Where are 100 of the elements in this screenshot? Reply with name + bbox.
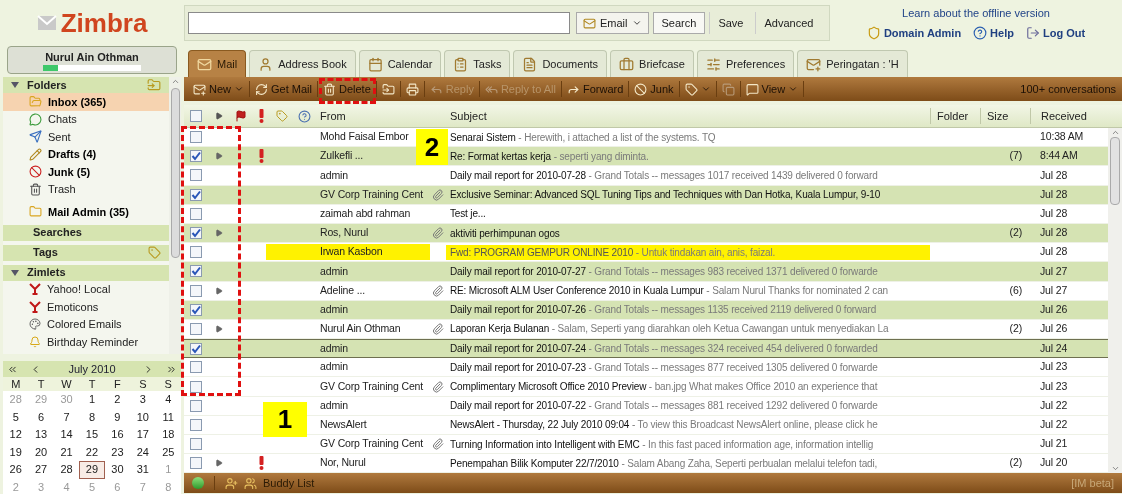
app-tab[interactable]: Peringatan : 'H bbox=[797, 50, 908, 77]
calendar-day[interactable]: 28 bbox=[53, 461, 80, 479]
checkbox[interactable] bbox=[190, 227, 202, 240]
search-scope-dropdown[interactable]: Email bbox=[576, 12, 649, 34]
header-link[interactable]: Log Out bbox=[1025, 25, 1086, 42]
toolbar-button[interactable]: New bbox=[188, 79, 249, 99]
calendar-day[interactable]: 5 bbox=[3, 408, 29, 426]
calendar-day[interactable]: 2 bbox=[104, 391, 131, 409]
checkbox[interactable] bbox=[190, 169, 202, 182]
app-tab[interactable]: Address Book bbox=[249, 50, 356, 77]
status-column-icon[interactable] bbox=[297, 109, 311, 123]
section-header[interactable]: Searches bbox=[3, 224, 169, 241]
toolbar-button[interactable]: View bbox=[740, 79, 804, 99]
app-tab[interactable]: Documents bbox=[513, 50, 608, 77]
expand-column-icon[interactable] bbox=[215, 112, 223, 120]
checkbox[interactable] bbox=[190, 284, 202, 297]
save-button[interactable]: Save bbox=[709, 12, 752, 34]
calendar-day[interactable]: 29 bbox=[79, 461, 105, 479]
app-tab[interactable]: Briefcase bbox=[610, 50, 694, 77]
toolbar-button[interactable]: Forward bbox=[561, 79, 629, 99]
checkbox[interactable] bbox=[190, 418, 202, 431]
tag-column-icon[interactable] bbox=[275, 110, 288, 122]
message-row[interactable]: Irwan Kasbon Fwd: PROGRAM GEMPUR ONLINE 2010 - Untuk tindakan ain, anis, faizal. Jul 28 bbox=[184, 243, 1108, 263]
toolbar-button[interactable]: Get Mail bbox=[250, 79, 317, 99]
scroll-thumb[interactable] bbox=[1110, 137, 1120, 205]
calendar-day[interactable]: 6 bbox=[28, 408, 54, 426]
header-link[interactable]: Help bbox=[973, 25, 1014, 42]
advanced-button[interactable]: Advanced bbox=[755, 12, 822, 34]
folder-item[interactable]: Sent bbox=[3, 128, 169, 146]
calendar-day[interactable]: 12 bbox=[3, 426, 29, 444]
buddies-icon[interactable] bbox=[244, 476, 257, 490]
expand-icon[interactable] bbox=[215, 459, 223, 468]
calendar-day[interactable]: 3 bbox=[130, 391, 156, 409]
column-header[interactable]: Received bbox=[1030, 107, 1108, 125]
folder-item[interactable]: Drafts (4) bbox=[3, 145, 169, 163]
checkbox[interactable] bbox=[190, 110, 202, 122]
calendar-day[interactable]: 25 bbox=[155, 443, 181, 461]
app-tab[interactable]: Calendar bbox=[358, 50, 442, 77]
folder-item[interactable]: Inbox (365) bbox=[3, 93, 169, 111]
calendar-day[interactable]: 11 bbox=[155, 408, 181, 426]
calendar-day[interactable]: 13 bbox=[28, 426, 54, 444]
zimlet-item[interactable]: Birthday Reminder bbox=[3, 333, 169, 351]
message-row[interactable]: admin Daily mail report for 2010-07-24 - Grand Totals -- messages 324 received 454 delivered 0 forwarded Jul 24 bbox=[184, 339, 1108, 359]
folder-item[interactable]: Trash bbox=[3, 180, 169, 198]
checkbox[interactable] bbox=[190, 322, 202, 335]
app-tab[interactable]: Tasks bbox=[444, 50, 511, 77]
calendar-day[interactable]: 19 bbox=[3, 443, 29, 461]
new-folder-icon[interactable] bbox=[147, 78, 161, 92]
calendar-day[interactable]: 20 bbox=[28, 443, 54, 461]
message-row[interactable]: Nor, Nurul Penempahan Bilik Komputer 22/7/2010 - Salam Abang Zaha, Seperti perbualan melalui telefon tadi, (2) Jul 20 bbox=[184, 454, 1108, 474]
column-header[interactable]: From bbox=[316, 107, 430, 125]
calendar-day[interactable]: 14 bbox=[53, 426, 80, 444]
message-row[interactable]: GV Corp Training Cent Turning Information into Intelligent with EMC - In this fast paced information age, information intellig Jul 21 bbox=[184, 435, 1108, 455]
checkbox[interactable] bbox=[190, 150, 202, 163]
checkbox[interactable] bbox=[190, 380, 202, 393]
offline-link[interactable]: Learn about the offline version bbox=[902, 4, 1050, 21]
calendar-day[interactable]: 23 bbox=[104, 443, 131, 461]
calendar-day[interactable]: 24 bbox=[130, 443, 156, 461]
calendar-day[interactable]: 15 bbox=[79, 426, 105, 444]
toolbar-button[interactable]: Junk bbox=[629, 79, 679, 99]
expand-icon[interactable] bbox=[215, 286, 223, 295]
calendar-day[interactable]: 9 bbox=[104, 408, 131, 426]
checkbox[interactable] bbox=[190, 265, 202, 278]
calendar-day[interactable]: 26 bbox=[3, 461, 29, 479]
checkbox[interactable] bbox=[190, 131, 202, 144]
checkbox[interactable] bbox=[190, 342, 202, 355]
scroll-up-icon[interactable] bbox=[1110, 128, 1120, 137]
calendar-day[interactable]: 31 bbox=[130, 461, 156, 479]
search-field[interactable] bbox=[188, 12, 570, 34]
calendar-day[interactable]: 22 bbox=[79, 443, 105, 461]
column-header[interactable]: Folder bbox=[930, 107, 980, 125]
calendar-day[interactable]: 18 bbox=[155, 426, 181, 444]
zimlet-item[interactable]: Yahoo! Local bbox=[3, 280, 169, 298]
scroll-up-icon[interactable] bbox=[170, 77, 180, 86]
calendar-day[interactable]: 8 bbox=[79, 408, 105, 426]
new-tag-icon[interactable] bbox=[148, 246, 161, 259]
folder-item[interactable]: Chats bbox=[3, 110, 169, 128]
folder-item[interactable]: Junk (5) bbox=[3, 163, 169, 181]
calendar-day[interactable]: 17 bbox=[130, 426, 156, 444]
zimlet-item[interactable]: Emoticons bbox=[3, 298, 169, 316]
checkbox[interactable] bbox=[190, 246, 202, 259]
folder-item[interactable]: Mail Admin (35) bbox=[3, 203, 169, 221]
calendar-day[interactable]: 21 bbox=[53, 443, 80, 461]
checkbox[interactable] bbox=[190, 361, 202, 374]
calendar-day[interactable]: 1 bbox=[79, 391, 105, 409]
checkbox[interactable] bbox=[190, 207, 202, 220]
toolbar-button[interactable]: Delete bbox=[318, 79, 376, 99]
message-row[interactable]: admin Daily mail report for 2010-07-23 - Grand Totals -- messages 877 received 1305 delivered 0 forwarde Jul 23 bbox=[184, 358, 1108, 378]
checkbox[interactable] bbox=[190, 188, 202, 201]
checkbox[interactable] bbox=[190, 457, 202, 470]
zimlet-item[interactable]: Colored Emails bbox=[3, 315, 169, 333]
app-tab[interactable]: Mail bbox=[188, 50, 247, 77]
checkbox[interactable] bbox=[190, 303, 202, 316]
calendar-day[interactable]: 10 bbox=[130, 408, 156, 426]
column-header[interactable]: Size bbox=[980, 107, 1030, 125]
message-row[interactable]: GV Corp Training Cent Complimentary Microsoft Office 2010 Preview - ban.jpg What makes Office 2010 an experience that Jul 23 bbox=[184, 377, 1108, 397]
expand-icon[interactable] bbox=[215, 324, 223, 333]
message-row[interactable]: admin Daily mail report for 2010-07-28 - Grand Totals -- messages 1017 received 1439 delivered 0 forward Jul 28 bbox=[184, 166, 1108, 186]
checkbox[interactable] bbox=[190, 399, 202, 412]
calendar-day[interactable]: 30 bbox=[104, 461, 131, 479]
